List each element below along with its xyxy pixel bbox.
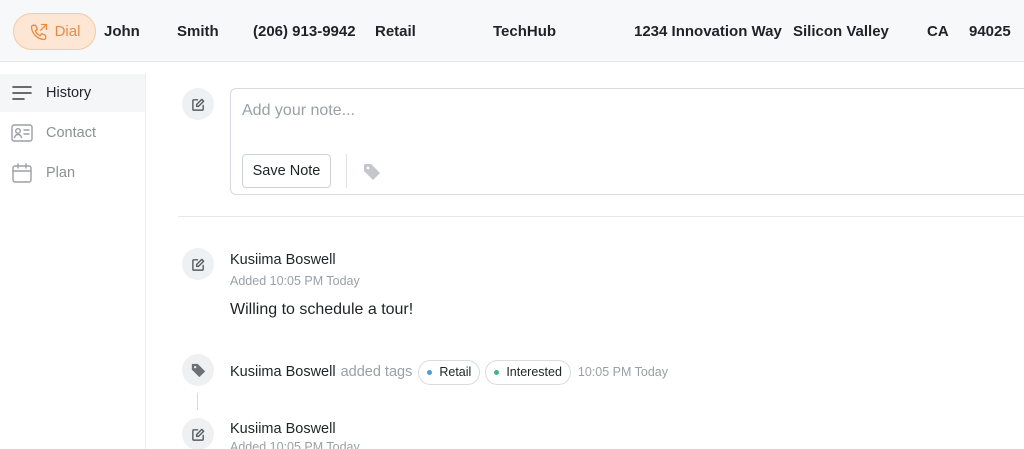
dial-label: Dial [54,23,81,40]
tag-action-text: added tags [340,364,413,380]
feed-timestamp: Added 10:05 PM Today [230,440,360,449]
dial-button[interactable]: Dial [13,13,96,50]
note-edit-icon [182,418,214,449]
sidebar: History Contact Plan [0,72,146,449]
sidebar-item-label: History [46,85,92,101]
note-editor: Save Note [230,88,1024,195]
tag-chip-retail[interactable]: Retail [418,359,481,385]
editor-divider [346,154,347,188]
city: Silicon Valley [793,23,889,40]
contact-card-icon [11,122,33,144]
note-input[interactable] [242,99,1002,123]
last-name: Smith [177,23,219,40]
timeline-connector [197,393,198,410]
feed-author: Kusiima Boswell [230,252,336,268]
sidebar-item-history[interactable]: History [0,74,145,112]
phone-outgoing-icon [30,23,47,40]
sidebar-item-label: Contact [46,125,96,141]
menu-lines-icon [11,82,33,104]
tag-label: Retail [439,365,472,379]
segment: Retail [375,23,416,40]
note-text: Willing to schedule a tour! [230,301,414,318]
note-edit-icon [182,248,214,280]
state: CA [927,23,949,40]
feed-timestamp: 10:05 PM Today [577,365,669,379]
feed-author: Kusiima Boswell [230,421,336,437]
tag-color-dot [427,369,433,375]
contact-header: Dial John Smith (206) 913-9942 Retail Te… [0,0,1024,62]
sidebar-item-plan[interactable]: Plan [0,154,145,192]
tag-color-dot [494,369,500,375]
tag-event-icon [182,354,214,386]
calendar-icon [11,162,33,184]
tag-icon[interactable] [361,161,383,183]
feed-author: Kusiima Boswell [230,364,336,380]
first-name: John [104,23,140,40]
zip-code: 94025 [969,23,1011,40]
sidebar-item-label: Plan [46,165,76,181]
section-divider [178,216,1024,217]
tag-chip-interested[interactable]: Interested [485,359,571,385]
save-note-button[interactable]: Save Note [242,154,331,188]
tag-label: Interested [506,365,562,379]
tag-activity: Kusiima Boswell added tags Retail Intere… [230,359,668,385]
address: 1234 Innovation Way [634,23,782,40]
phone-number: (206) 913-9942 [253,23,356,40]
feed-timestamp: Added 10:05 PM Today [230,274,360,288]
note-edit-icon [182,88,214,120]
company: TechHub [493,23,557,40]
sidebar-item-contact[interactable]: Contact [0,114,145,152]
